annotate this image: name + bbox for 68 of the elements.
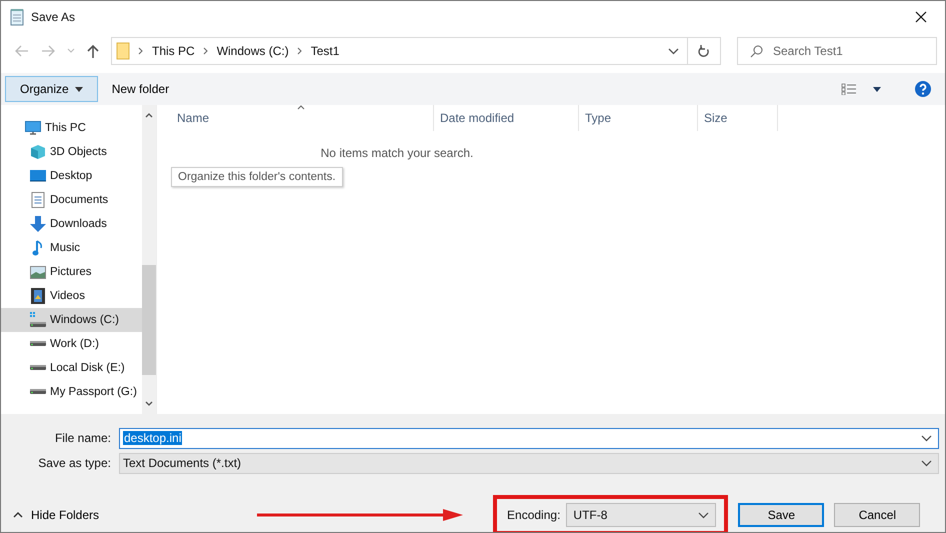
- search-icon: [750, 44, 763, 58]
- drive-icon: [30, 365, 46, 371]
- scroll-up-icon[interactable]: [145, 113, 153, 118]
- sidebar-item[interactable]: Music: [1, 236, 142, 260]
- chevron-down-icon[interactable]: [921, 460, 932, 466]
- window-title: Save As: [31, 10, 76, 24]
- address-field[interactable]: This PC Windows (C:) Test1: [111, 37, 721, 65]
- picture-icon: [30, 266, 46, 278]
- tooltip: Organize this folder's contents.: [171, 167, 343, 187]
- up-arrow-icon[interactable]: [87, 44, 99, 58]
- breadcrumb-chevron-icon[interactable]: [296, 47, 303, 55]
- search-field[interactable]: Search Test1: [737, 37, 937, 65]
- column-header[interactable]: Type: [579, 105, 698, 131]
- chevron-down-icon[interactable]: [921, 434, 932, 442]
- sidebar-item[interactable]: Windows (C:): [1, 308, 142, 332]
- drive-icon: [30, 389, 46, 395]
- hide-folders-button[interactable]: Hide Folders: [13, 508, 100, 522]
- close-icon[interactable]: [915, 11, 927, 23]
- breadcrumb-item[interactable]: This PC: [152, 44, 195, 58]
- column-header[interactable]: Name: [157, 105, 434, 131]
- field-label: File name:: [54, 431, 112, 445]
- sidebar-item[interactable]: Downloads: [1, 212, 142, 236]
- sidebar-item[interactable]: Documents: [1, 188, 142, 212]
- refresh-icon[interactable]: [698, 44, 710, 58]
- column-header[interactable]: Size: [698, 105, 778, 131]
- breadcrumb-item[interactable]: Test1: [310, 44, 340, 58]
- film-icon: [30, 288, 46, 304]
- breadcrumb-chevron-icon[interactable]: [138, 47, 144, 55]
- system-drive-icon: [30, 312, 46, 328]
- cancel-button[interactable]: Cancel: [834, 503, 920, 527]
- dropdown-arrow-icon[interactable]: [74, 86, 83, 92]
- sidebar-item[interactable]: Work (D:): [1, 332, 142, 356]
- encoding-label: Encoding:: [507, 508, 560, 522]
- breadcrumb-item[interactable]: Windows (C:): [216, 44, 289, 58]
- field-label: Save as type:: [37, 456, 112, 470]
- sidebar-item[interactable]: My Passport (G:): [1, 380, 142, 404]
- sidebar-item[interactable]: This PC: [1, 116, 142, 140]
- file-name-field[interactable]: desktop.ini: [119, 428, 939, 448]
- organize-button[interactable]: Organize: [5, 76, 98, 102]
- chevron-up-icon[interactable]: [13, 512, 23, 518]
- drive-icon: [30, 341, 46, 347]
- download-arrow-icon: [30, 216, 46, 232]
- cube-icon: [30, 144, 46, 160]
- monitor-icon: [25, 121, 41, 135]
- scroll-down-icon[interactable]: [145, 401, 153, 406]
- chevron-down-icon[interactable]: [668, 48, 679, 54]
- notepad-icon: [9, 8, 25, 26]
- desktop-icon: [30, 170, 46, 182]
- sidebar-item[interactable]: Local Disk (E:): [1, 356, 142, 380]
- sidebar-item[interactable]: Pictures: [1, 260, 142, 284]
- sidebar-item[interactable]: 3D Objects: [1, 140, 142, 164]
- sidebar-item[interactable]: Desktop: [1, 164, 142, 188]
- sidebar-item[interactable]: Videos: [1, 284, 142, 308]
- file-type-dropdown[interactable]: Text Documents (*.txt): [119, 452, 939, 474]
- view-options-icon[interactable]: [841, 83, 857, 95]
- help-icon[interactable]: [915, 81, 931, 97]
- scrollbar[interactable]: [142, 105, 156, 414]
- folder-icon: [116, 42, 130, 60]
- encoding-dropdown[interactable]: UTF-8: [566, 503, 716, 527]
- dropdown-arrow-icon[interactable]: [873, 86, 881, 92]
- save-button[interactable]: Save: [738, 503, 824, 527]
- document-icon: [30, 192, 46, 208]
- empty-message: No items match your search.: [320, 146, 474, 160]
- new-folder-button[interactable]: New folder: [104, 76, 178, 102]
- chevron-down-icon[interactable]: [698, 512, 710, 518]
- column-header[interactable]: Date modified: [434, 105, 579, 131]
- sort-caret-icon: [297, 105, 305, 110]
- breadcrumb-chevron-icon[interactable]: [202, 47, 209, 55]
